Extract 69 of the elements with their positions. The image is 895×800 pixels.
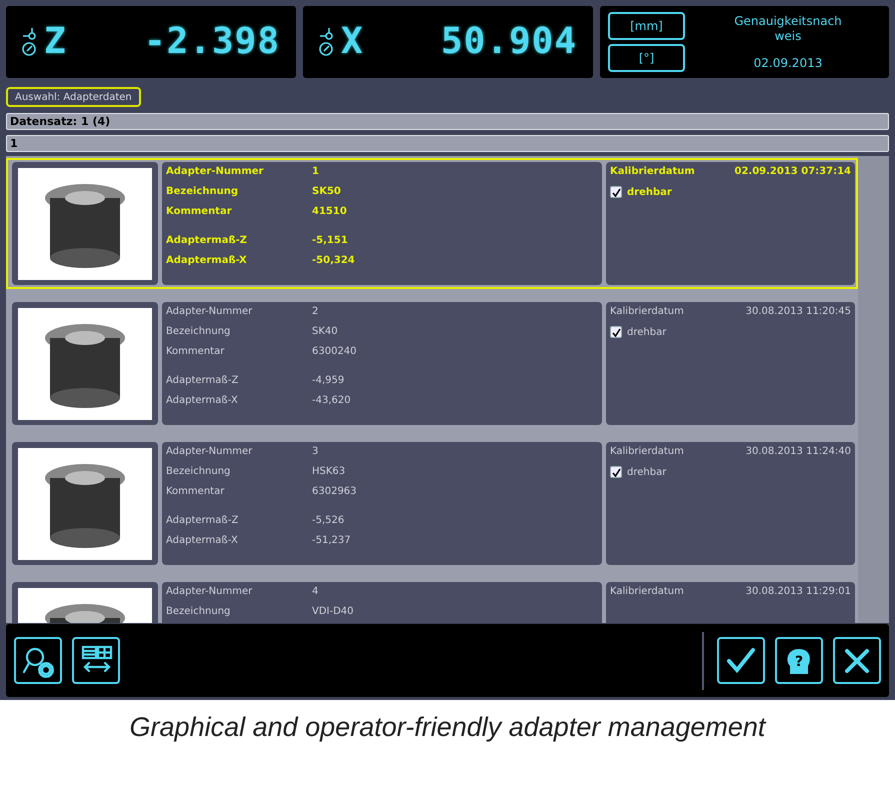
field-label: Adapter-Nummer xyxy=(166,166,264,177)
field-label: Adapter-Nummer xyxy=(166,586,254,597)
field-label: Adaptermaß-Z xyxy=(166,374,240,386)
confirm-button[interactable] xyxy=(717,637,765,684)
axis-label: Z xyxy=(44,21,66,62)
field-value: HSK63 xyxy=(312,466,346,477)
calibration-date: 30.08.2013 11:29:01 xyxy=(746,586,851,597)
selection-button[interactable]: Auswahl: Adapterdaten xyxy=(6,87,141,108)
calibration-date: 02.09.2013 07:37:14 xyxy=(734,166,851,177)
filter-bar: 1 xyxy=(6,135,889,152)
field-value: -50,324 xyxy=(312,254,355,266)
calibration-date: 30.08.2013 11:20:45 xyxy=(746,306,851,317)
unit-button[interactable]: [°] xyxy=(608,44,685,72)
field-label: Kalibrierdatum xyxy=(610,306,684,317)
field-label: Adaptermaß-X xyxy=(166,254,248,266)
adapter-row[interactable]: Adapter-Nummer 3 Bezeichnung HSK63 Kommentar 6302963 Adaptermaß-Z -5,526 Adaptermaß-X -51,237 Kalibrierdatum 30.08.2013 11:24:40 drehbar xyxy=(6,438,858,570)
field-label: Adapter-Nummer xyxy=(166,446,254,457)
field-label: Kalibrierdatum xyxy=(610,166,695,177)
field-value: 6302963 xyxy=(312,486,357,497)
info-date: 02.09.2013 xyxy=(754,56,822,70)
field-value: -5,526 xyxy=(312,514,344,526)
record-bar: Datensatz: 1 (4) xyxy=(6,113,889,130)
field-label: Kalibrierdatum xyxy=(610,446,684,457)
checkbox-label: drehbar xyxy=(627,186,672,198)
field-value: 4 xyxy=(312,586,318,597)
adapter-row[interactable]: Adapter-Nummer 1 Bezeichnung SK50 Kommentar 41510 Adaptermaß-Z -5,151 Adaptermaß-X -50,324 Kalibrierdatum 02.09.2013 07:37:14 drehbar xyxy=(6,158,858,290)
field-value: SK40 xyxy=(312,326,338,337)
position-value: 50.904 xyxy=(440,21,577,62)
caption: Graphical and operator-friendly adapter management xyxy=(128,712,768,743)
axis-label: X xyxy=(341,21,363,62)
field-value: 3 xyxy=(312,446,318,457)
unit-button[interactable]: [mm] xyxy=(608,12,685,40)
field-label: Kommentar xyxy=(166,486,226,497)
field-label: Adaptermaß-Z xyxy=(166,514,240,526)
checkbox[interactable] xyxy=(610,186,622,198)
checkbox[interactable] xyxy=(610,466,622,478)
field-label: Kommentar xyxy=(166,206,233,217)
field-label: Kommentar xyxy=(166,346,226,357)
checkbox-label: drehbar xyxy=(627,466,666,478)
field-label: Adaptermaß-X xyxy=(166,534,239,546)
field-value: -51,237 xyxy=(312,534,351,546)
field-value: -5,151 xyxy=(312,234,348,246)
checkbox[interactable] xyxy=(610,326,622,338)
field-value: 6300240 xyxy=(312,346,357,357)
calibration-date: 30.08.2013 11:24:40 xyxy=(746,446,851,457)
field-value: 1 xyxy=(312,166,319,177)
field-value: -43,620 xyxy=(312,394,351,406)
layout-swap-button[interactable] xyxy=(72,637,120,684)
field-value: VDI-D40 xyxy=(312,606,354,617)
field-label: Bezeichnung xyxy=(166,186,239,197)
search-settings-button[interactable] xyxy=(14,637,62,684)
help-button[interactable]: ? xyxy=(775,637,823,684)
field-label: Adapter-Nummer xyxy=(166,306,254,317)
field-label: Adaptermaß-Z xyxy=(166,234,248,246)
adapter-row[interactable]: Adapter-Nummer 2 Bezeichnung SK40 Kommentar 6300240 Adaptermaß-Z -4,959 Adaptermaß-X -43,620 Kalibrierdatum 30.08.2013 11:20:45 drehbar xyxy=(6,298,858,430)
field-label: Bezeichnung xyxy=(166,606,232,617)
position-value: -2.398 xyxy=(144,21,280,62)
field-label: Bezeichnung xyxy=(166,326,232,337)
field-value: SK50 xyxy=(312,186,341,197)
field-value: -4,959 xyxy=(312,374,344,386)
field-label: Adaptermaß-X xyxy=(166,394,239,406)
checkbox-label: drehbar xyxy=(627,326,666,338)
info-title: Genauigkeitsnachweis xyxy=(733,14,843,44)
scrollbar-track[interactable] xyxy=(858,156,889,624)
field-value: 2 xyxy=(312,306,318,317)
field-label: Bezeichnung xyxy=(166,466,232,477)
field-value: 41510 xyxy=(312,206,347,217)
field-label: Kalibrierdatum xyxy=(610,586,684,597)
cancel-button[interactable] xyxy=(833,637,881,684)
